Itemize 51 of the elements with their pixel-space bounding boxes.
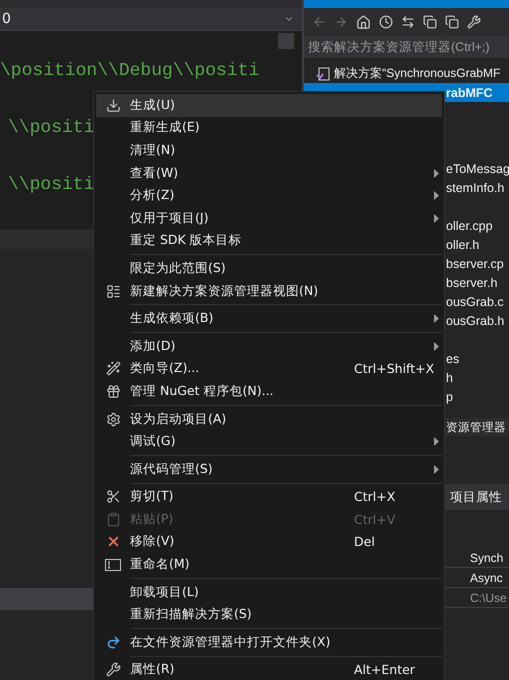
menu-item[interactable]: 类向导(Z)... Ctrl+Shift+X xyxy=(96,358,442,380)
menu-item[interactable]: 源代码管理(S) xyxy=(96,458,442,480)
menu-item[interactable]: 生成(U) xyxy=(96,94,442,117)
search-field[interactable]: 搜索解决方案资源管理器(Ctrl+;) xyxy=(304,36,509,58)
gift-icon xyxy=(106,384,120,399)
copy-icon[interactable] xyxy=(445,15,459,29)
menu-item[interactable]: 设为启动项目(A) xyxy=(96,408,442,430)
menu-item[interactable]: 仅用于项目(J) xyxy=(96,206,442,230)
forward-icon[interactable] xyxy=(334,15,348,29)
wand-icon xyxy=(106,361,120,376)
clock-icon[interactable] xyxy=(379,15,393,29)
menu-item[interactable]: 清理(N) xyxy=(96,139,442,162)
wrench-icon xyxy=(106,662,120,678)
dropdown[interactable]: 0 xyxy=(0,8,302,31)
build-icon xyxy=(106,98,120,113)
wrench-icon[interactable] xyxy=(467,15,481,29)
menu-item[interactable]: 新建解决方案资源管理器视图(N) xyxy=(96,280,442,302)
submenu-arrow-icon xyxy=(434,168,439,178)
sync-icon[interactable] xyxy=(401,15,415,29)
menu-item[interactable]: 限定为此范围(S) xyxy=(96,257,442,280)
code-line: \\positi xyxy=(8,175,94,195)
submenu-arrow-icon xyxy=(434,314,439,324)
menu-item[interactable]: 调试(G) xyxy=(96,430,442,453)
tree-item[interactable]: 解决方案"SynchronousGrabMF xyxy=(334,65,500,82)
back-icon[interactable] xyxy=(312,15,326,29)
submenu-arrow-icon xyxy=(434,464,439,474)
submenu-arrow-icon xyxy=(434,214,439,223)
menu-item[interactable]: 剪切(T) Ctrl+X xyxy=(96,486,442,508)
settings-icon xyxy=(106,412,120,427)
menu-item[interactable]: 管理 NuGet 程序包(N)... xyxy=(96,380,442,403)
code-line: \position\\Debug\\positi xyxy=(0,61,260,81)
submenu-arrow-icon xyxy=(434,342,439,351)
menu-item[interactable]: 添加(D) xyxy=(96,334,442,358)
menu-item[interactable]: 在文件资源管理器中打开文件夹(X) xyxy=(96,631,442,654)
toolbar-label: 项目属性 xyxy=(450,488,502,506)
home-icon[interactable] xyxy=(356,14,371,30)
solution-icon xyxy=(316,66,330,80)
submenu-arrow-icon xyxy=(434,191,439,200)
menu-item[interactable]: 生成依赖项(B) xyxy=(96,307,442,330)
submenu-arrow-icon xyxy=(434,437,439,446)
menu-item[interactable]: 分析(Z) xyxy=(96,184,442,207)
menu-item[interactable]: 查看(W) xyxy=(96,162,442,184)
rename-icon xyxy=(105,558,121,571)
scissors-icon xyxy=(106,489,120,504)
menu-item[interactable]: 重新生成(E) xyxy=(96,116,442,140)
menu-item[interactable]: 属性(R) Alt+Enter xyxy=(96,658,442,680)
redo-arrow-icon xyxy=(106,634,120,650)
clipboard-icon xyxy=(106,512,120,527)
menu-item[interactable]: 重定 SDK 版本目标 xyxy=(96,230,442,252)
list-view-icon xyxy=(106,284,120,299)
code-line: \\positi xyxy=(8,118,94,138)
